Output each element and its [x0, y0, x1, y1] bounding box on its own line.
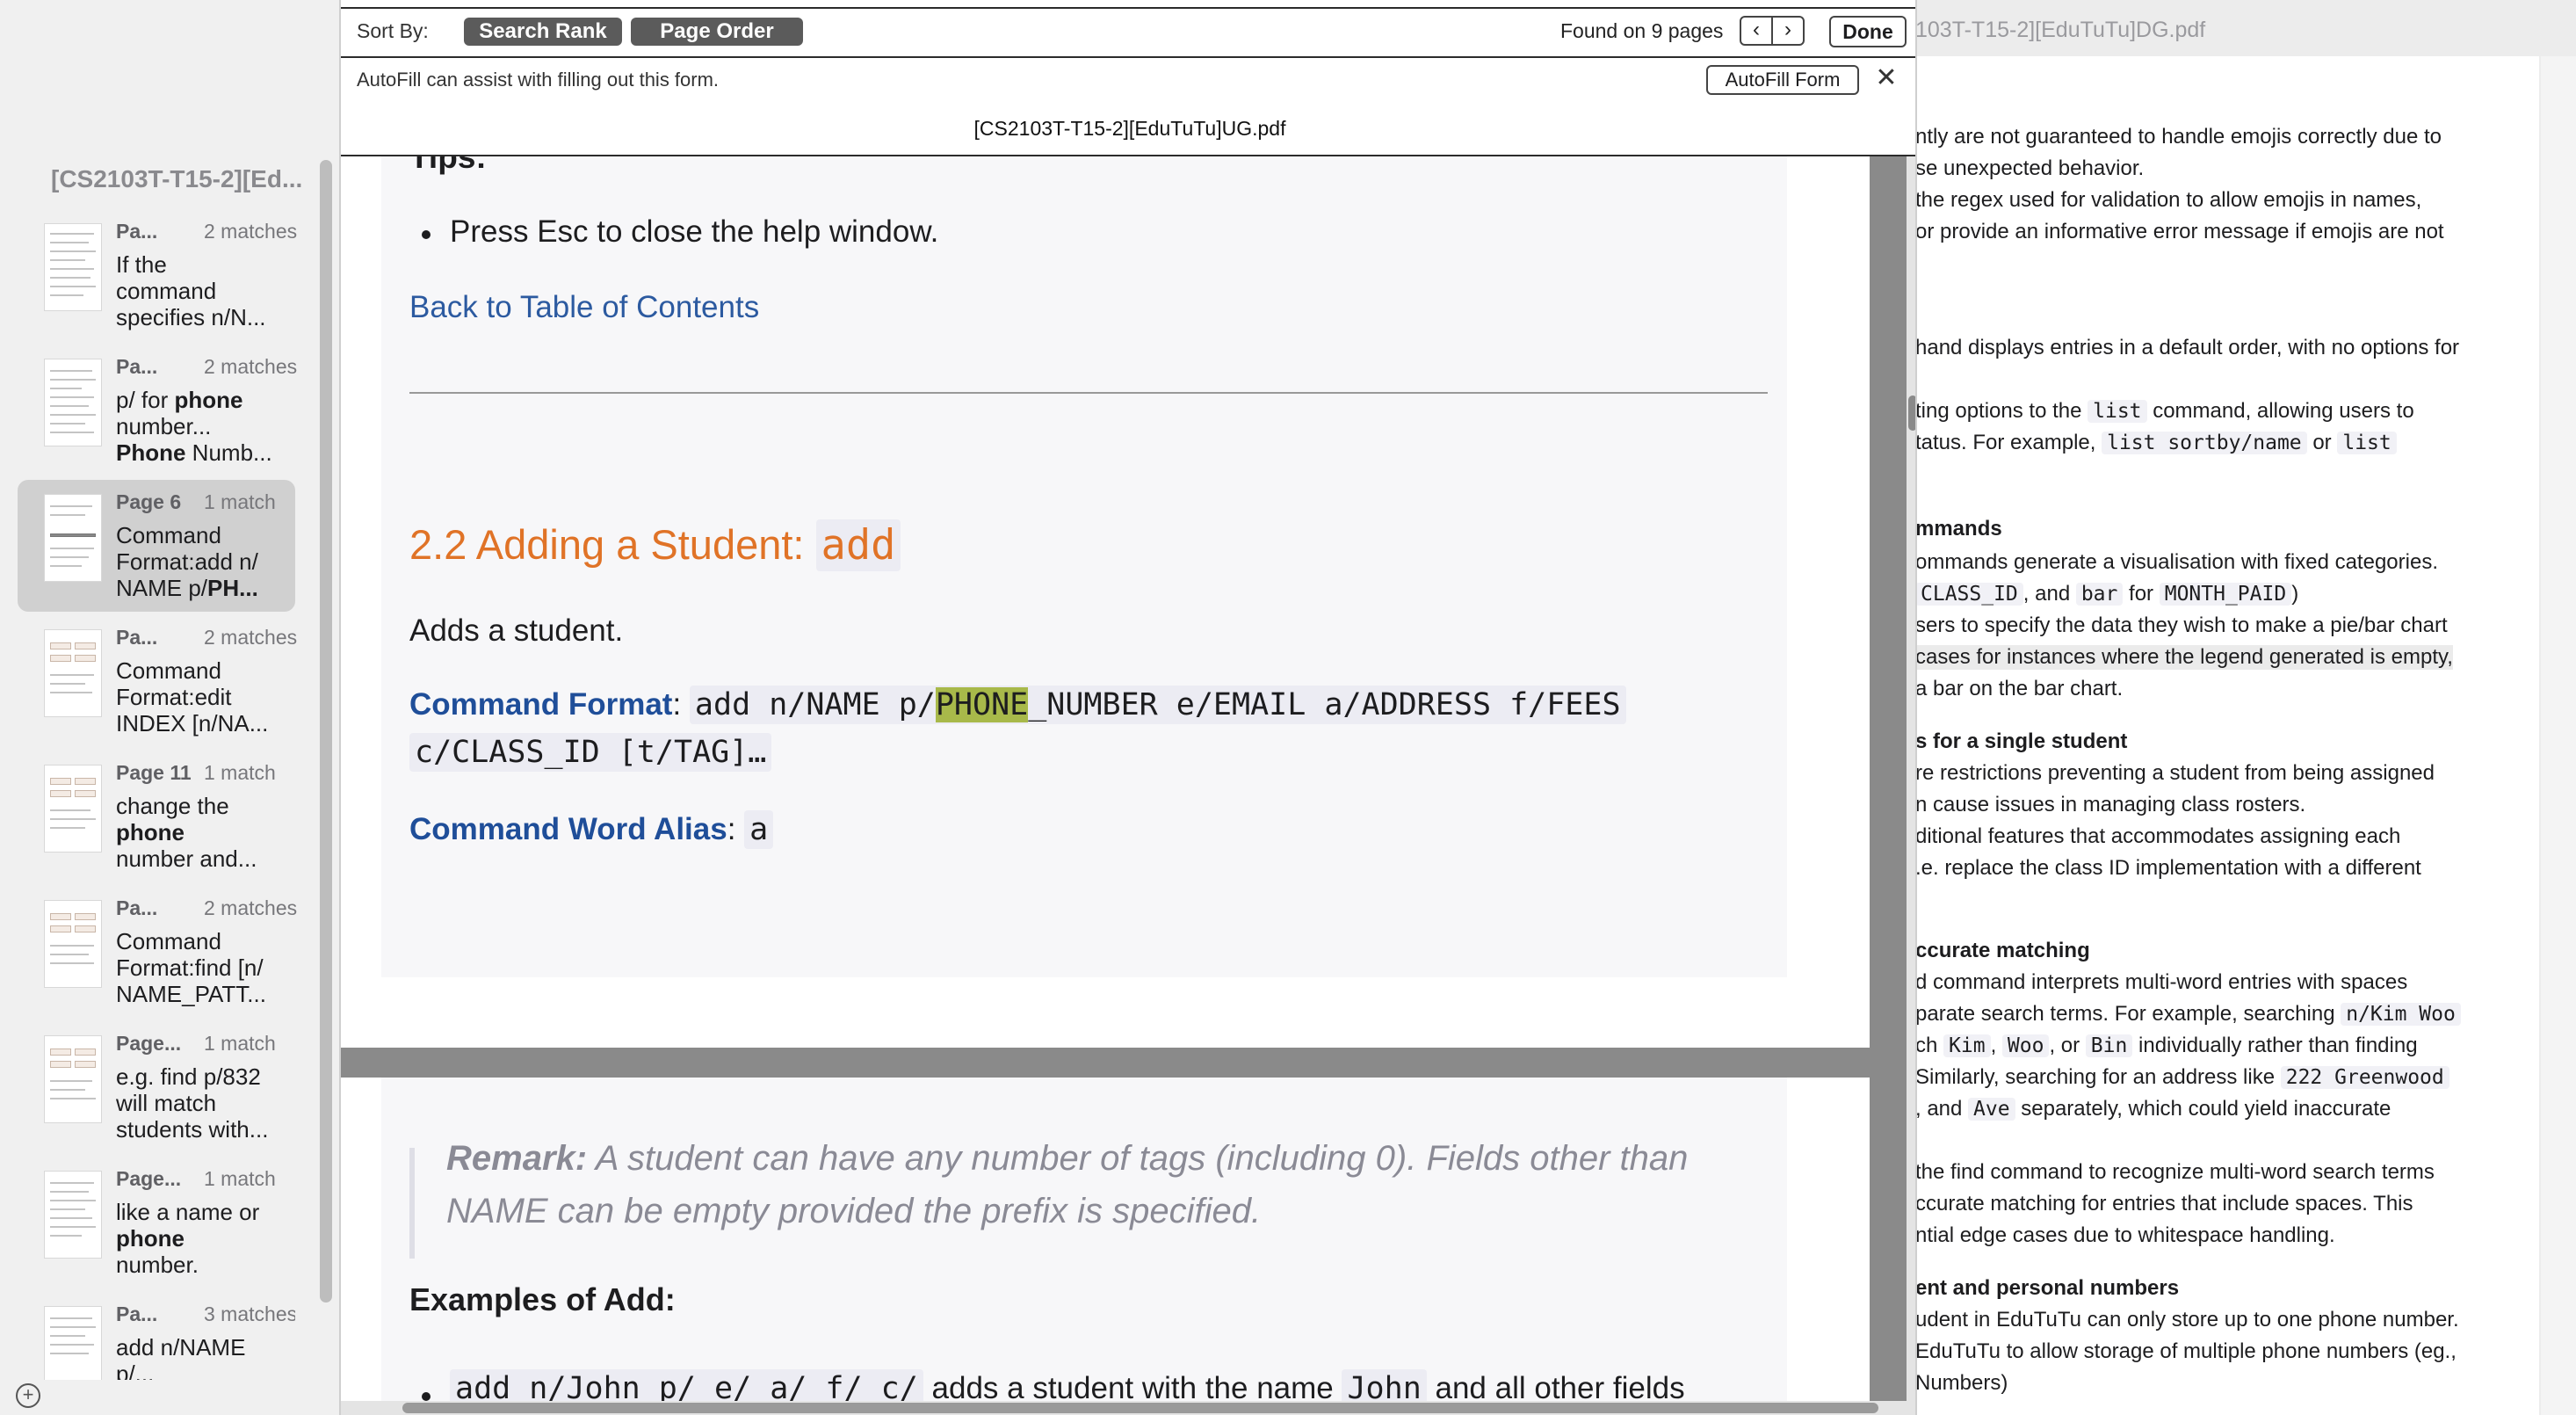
- result-page: Pa...: [116, 1303, 158, 1325]
- search-result-item[interactable]: Pa... 2 matches If the command specifies n/…: [18, 209, 298, 341]
- result-match-count: 2 matches: [204, 355, 298, 378]
- result-page: Pa...: [116, 220, 158, 243]
- page-thumbnail: [44, 223, 102, 311]
- search-result-item[interactable]: Page 11 1 match change the phone number and…: [18, 751, 295, 882]
- document-vertical-scrollbar[interactable]: [1907, 156, 1915, 1415]
- background-document-title: 103T-T15-2][EduTuTu]DG.pdf: [1915, 18, 2206, 42]
- result-page: Page...: [116, 1167, 182, 1190]
- page-thumbnail: [44, 629, 102, 717]
- sidebar-document-title: [CS2103T-T15-2][Ed...: [51, 165, 303, 192]
- section-title: 2.2 Adding a Student: add: [409, 519, 901, 571]
- sort-search-rank-button[interactable]: Search Rank: [464, 18, 622, 46]
- result-match-count: 2 matches: [204, 626, 298, 649]
- vertical-scroll-thumb[interactable]: [1908, 395, 1915, 431]
- autofill-message: AutoFill can assist with filling out thi…: [357, 69, 720, 91]
- autofill-form-button[interactable]: AutoFill Form: [1706, 65, 1859, 95]
- result-page: Pa...: [116, 896, 158, 919]
- chevron-left-icon[interactable]: ‹: [1740, 16, 1773, 46]
- found-count-label: Found on 9 pages: [1560, 19, 1724, 42]
- result-page: Page 6: [116, 490, 182, 513]
- sort-page-order-button[interactable]: Page Order: [631, 18, 803, 46]
- result-match-count: 1 match: [204, 490, 276, 513]
- result-snippet: Command Format:find [n/NAME_PATT...: [116, 928, 266, 1007]
- page-thumbnail: [44, 1035, 102, 1123]
- result-page: Page 11: [116, 761, 192, 784]
- pdf-viewer-window: Sort By: Search Rank Page Order Found on…: [339, 0, 1917, 1415]
- result-snippet: like a name or phone number.: [116, 1199, 260, 1278]
- result-page: Pa...: [116, 626, 158, 649]
- search-result-item[interactable]: Page... 1 match like a name or phone number…: [18, 1157, 295, 1288]
- result-match-count: 1 match: [204, 761, 276, 784]
- remark-line-1: Remark: A student can have any number of…: [446, 1139, 1689, 1178]
- pdf-page-current: Tips: Press Esc to close the help window…: [341, 156, 1870, 1048]
- horizontal-scroll-thumb[interactable]: [402, 1403, 1878, 1413]
- command-alias-line: Command Word Alias: a: [409, 810, 774, 849]
- tips-heading: Tips:: [409, 156, 487, 175]
- page-thumbnail: [44, 1306, 102, 1380]
- page-thumbnail: [44, 494, 102, 582]
- tip-bullet-text: Press Esc to close the help window.: [450, 214, 939, 249]
- page-thumbnail: [44, 1171, 102, 1259]
- search-result-item[interactable]: Pa... 2 matches Command Format:edit INDEX […: [18, 615, 298, 747]
- section-summary: Adds a student.: [409, 613, 624, 648]
- plus-circle-icon[interactable]: +: [16, 1383, 40, 1408]
- pdf-page-next: Remark: A student can have any number of…: [341, 1078, 1870, 1415]
- document-title: [CS2103T-T15-2][EduTuTu]UG.pdf: [973, 117, 1286, 140]
- result-snippet: change the phone number and...: [116, 793, 257, 872]
- background-document-page: ntly are not guaranteed to handle emojis…: [1889, 56, 2539, 1415]
- search-result-item[interactable]: Pa... 3 matches add n/NAME p/...: [18, 1292, 295, 1380]
- search-match-highlight: PHONE: [935, 687, 1029, 722]
- sort-by-label: Sort By:: [357, 19, 429, 42]
- page-thumbnail: [44, 359, 102, 446]
- command-format-line: Command Format: add n/NAME p/PHONE_NUMBE…: [409, 686, 1626, 724]
- command-format-line-2: c/CLASS_ID [t/TAG]…: [409, 733, 772, 772]
- search-result-item[interactable]: Page... 1 match e.g. find p/832 will match…: [18, 1021, 295, 1153]
- result-match-count: 1 match: [204, 1032, 276, 1055]
- remark-line-2: NAME can be empty provided the prefix is…: [446, 1192, 1262, 1230]
- result-page: Pa...: [116, 355, 158, 378]
- result-match-count: 2 matches: [204, 220, 298, 243]
- search-results-sidebar: [CS2103T-T15-2][Ed... Pa... 2 matches If …: [0, 0, 341, 1415]
- examples-heading: Examples of Add:: [409, 1281, 676, 1317]
- result-snippet: p/ for phone number... Phone Numb...: [116, 387, 272, 466]
- sidebar-scrollbar[interactable]: [320, 160, 332, 1303]
- result-snippet: If the command specifies n/N...: [116, 251, 266, 330]
- result-match-count: 2 matches: [204, 896, 298, 919]
- search-result-item-selected[interactable]: Page 6 1 match Command Format:add n/NAME p…: [18, 480, 295, 612]
- result-page: Page...: [116, 1032, 182, 1055]
- divider: [409, 392, 1768, 394]
- done-button[interactable]: Done: [1829, 16, 1907, 47]
- page-thumbnail: [44, 900, 102, 988]
- find-bar: Sort By: Search Rank Page Order Found on…: [341, 0, 1915, 156]
- result-match-count: 1 match: [204, 1167, 276, 1190]
- close-icon[interactable]: ✕: [1871, 63, 1901, 93]
- result-match-count: 3 matches: [204, 1303, 295, 1325]
- result-snippet: Command Format:add n/NAME p/PH...: [116, 522, 258, 601]
- result-snippet: add n/NAME p/...: [116, 1334, 246, 1380]
- result-snippet: Command Format:edit INDEX [n/NA...: [116, 657, 269, 737]
- back-to-toc-link[interactable]: Back to Table of Contents: [409, 290, 759, 325]
- result-snippet: e.g. find p/832 will match students with..…: [116, 1063, 269, 1143]
- page-thumbnail: [44, 765, 102, 853]
- chevron-right-icon[interactable]: ›: [1771, 16, 1805, 46]
- background-scrollbar[interactable]: [2541, 56, 2576, 1415]
- search-result-item[interactable]: Pa... 2 matches p/ for phone number... Phon…: [18, 345, 298, 476]
- search-result-item[interactable]: Pa... 2 matches Command Format:find [n/NAM…: [18, 886, 298, 1018]
